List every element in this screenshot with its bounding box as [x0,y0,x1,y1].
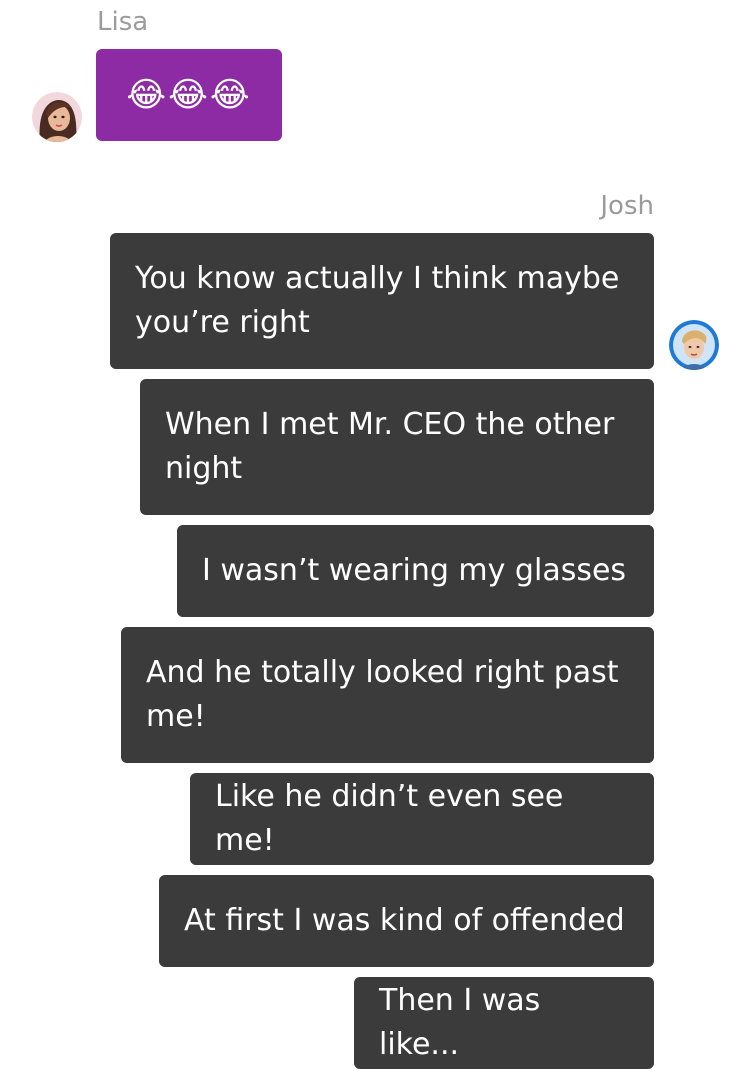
message-bubble-josh[interactable]: Like he didn’t even see me! [190,773,654,865]
message-bubble-josh[interactable]: You know actually I think maybe you’re r… [110,233,654,369]
message-bubble-josh[interactable]: Then I was like... [354,977,654,1069]
message-bubble-lisa[interactable]: 😂😂😂 [96,49,282,141]
message-bubble-josh[interactable]: At first I was kind of offended [159,875,654,967]
lisa-avatar-icon[interactable] [32,92,82,142]
message-bubble-josh[interactable]: I wasn’t wearing my glasses [177,525,654,617]
message-bubble-josh[interactable]: And he totally looked right past me! [121,627,654,763]
sender-name-lisa: Lisa [97,7,149,37]
josh-avatar-icon[interactable] [669,320,719,370]
message-bubble-josh[interactable]: When I met Mr. CEO the other night [140,379,654,515]
sender-name-josh: Josh [600,191,654,221]
